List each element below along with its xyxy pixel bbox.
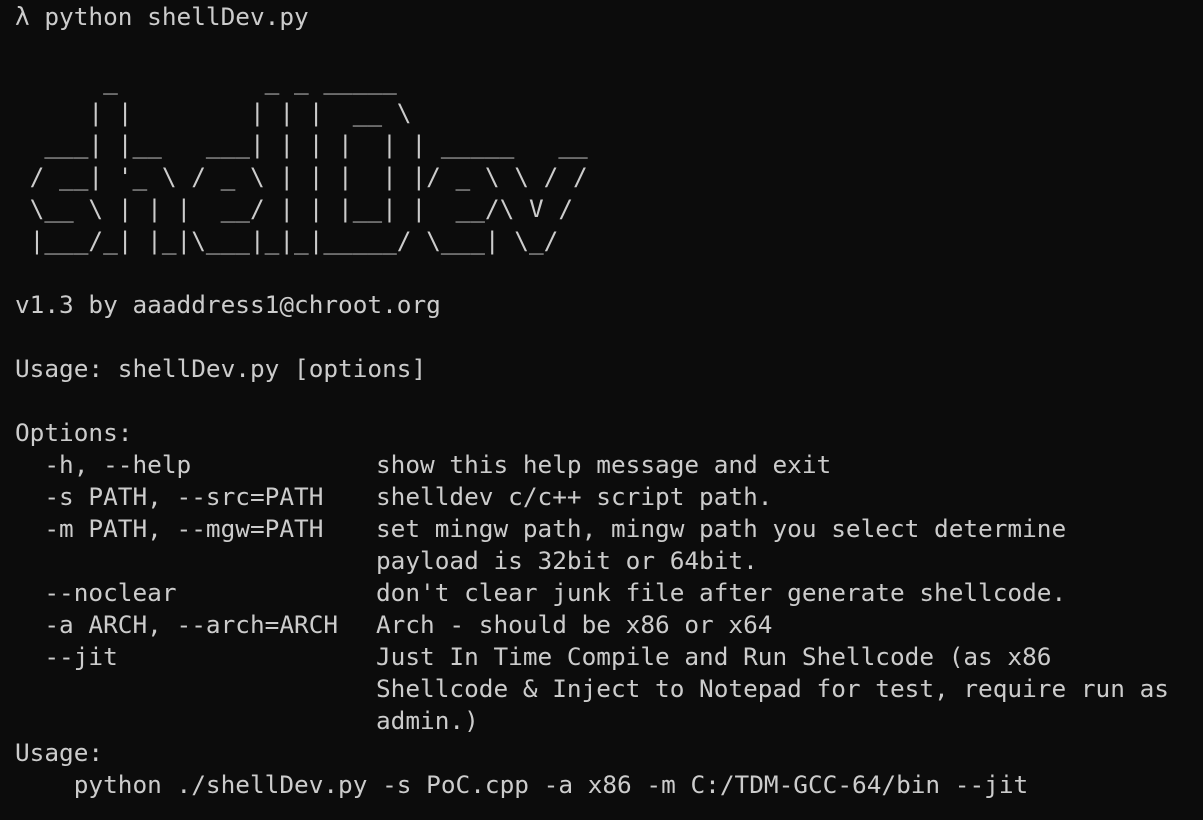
option-description: show this help message and exit — [376, 450, 832, 479]
usage-line: Usage: shellDev.py [options] — [15, 354, 427, 383]
option-row: -a ARCH, --arch=ARCH Arch - should be x86… — [15, 609, 772, 641]
option-description: shelldev c/c++ script path. — [376, 482, 773, 511]
option-flag: --noclear — [15, 578, 177, 607]
option-description: Just In Time Compile and Run Shellcode (… — [376, 642, 1052, 671]
options-header: Options: — [15, 418, 133, 447]
prompt-symbol: λ — [15, 2, 30, 31]
banner-line: _ _ _ _____ — [15, 66, 397, 95]
option-row: --noclear don't clear junk file after gen… — [15, 577, 1066, 609]
banner-line: \__ \ | | | __/ | | |__| | __/\ V / — [15, 194, 574, 223]
option-description: admin.) — [376, 706, 479, 735]
option-row: -s PATH, --src=PATH shelldev c/c++ script… — [15, 481, 772, 513]
option-flag: -a ARCH, --arch=ARCH — [15, 610, 339, 639]
banner-line: ___| |__ ___| | | | | | _____ __ — [15, 130, 588, 159]
option-row: -m PATH, --mgw=PATH set mingw path, mingw… — [15, 513, 1066, 545]
example-header: Usage: — [15, 738, 104, 767]
option-flag: -s PATH, --src=PATH — [15, 482, 324, 511]
banner-line: | | | | | __ \ — [15, 98, 412, 127]
option-description: Shellcode & Inject to Notepad for test, … — [376, 674, 1169, 703]
banner-line: |___/_| |_|\___|_|_|_____/ \___| \_/ — [15, 226, 559, 255]
option-flag: --jit — [15, 642, 118, 671]
option-description: set mingw path, mingw path you select de… — [376, 514, 1067, 543]
option-row-continuation: admin.) — [15, 705, 479, 737]
option-row: --jit Just In Time Compile and Run Shellc… — [15, 641, 1051, 673]
example-command: python ./shellDev.py -s PoC.cpp -a x86 -… — [15, 770, 1029, 799]
option-row-continuation: payload is 32bit or 64bit. — [15, 545, 758, 577]
option-row: -h, --help show this help message and exi… — [15, 449, 831, 481]
option-flag: -m PATH, --mgw=PATH — [15, 514, 324, 543]
option-description: payload is 32bit or 64bit. — [376, 546, 758, 575]
terminal-window[interactable]: λ python shellDev.py _ _ _ _____ | | | |… — [0, 0, 1203, 820]
command-prompt-line: λ python shellDev.py — [15, 1, 309, 33]
version-line: v1.3 by aaaddress1@chroot.org — [15, 290, 441, 319]
option-description: don't clear junk file after generate she… — [376, 578, 1067, 607]
option-description: Arch - should be x86 or x64 — [376, 610, 773, 639]
option-flag: -h, --help — [15, 450, 192, 479]
command-text: python shellDev.py — [44, 2, 309, 31]
banner-line: / __| '_ \ / _ \ | | | | |/ _ \ \ / / — [15, 162, 588, 191]
option-row-continuation: Shellcode & Inject to Notepad for test, … — [15, 673, 1169, 705]
